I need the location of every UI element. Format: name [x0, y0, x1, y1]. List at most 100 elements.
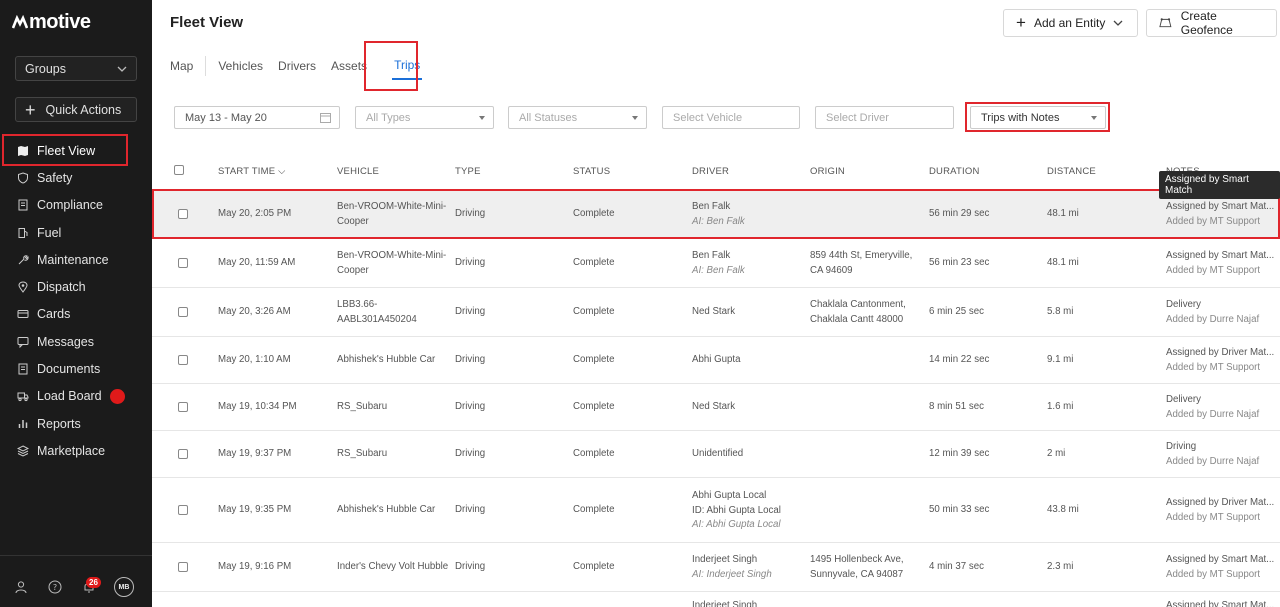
- driver-cell[interactable]: Inderjeet Singh AI: Inderjeet Singh: [692, 553, 772, 582]
- start-time-cell: May 20, 1:10 AM: [218, 354, 291, 365]
- column-header-label: START TIME: [218, 166, 276, 177]
- chart-icon: [17, 418, 29, 430]
- create-geofence-button[interactable]: Create Geofence: [1146, 9, 1277, 37]
- add-entity-button[interactable]: + Add an Entity: [1003, 9, 1138, 37]
- sidebar-item-dispatch[interactable]: Dispatch: [0, 273, 152, 300]
- note-text: Assigned by Smart Mat...: [1166, 600, 1275, 607]
- table-row[interactable]: May 20, 3:26 AM LBB3.66- AABL301A450204 Dri…: [152, 287, 1280, 336]
- column-header-start-time[interactable]: START TIME ⌵: [218, 166, 286, 177]
- driver-name-line: Ben Falk: [692, 250, 731, 261]
- driver-cell[interactable]: Abhi Gupta: [692, 353, 740, 368]
- geofence-icon: [1159, 18, 1172, 28]
- driver-cell[interactable]: Abhi Gupta Local ID: Abhi Gupta Local AI: …: [692, 489, 781, 533]
- status-cell: Complete: [573, 504, 615, 515]
- origin-line: Chaklala Cantonment,: [810, 299, 906, 310]
- vehicle-cell[interactable]: Abhishek's Hubble Car: [337, 353, 435, 368]
- driver-cell[interactable]: Inderjeet Singh: [692, 599, 757, 607]
- vehicle-cell[interactable]: RS_Subaru: [337, 447, 387, 462]
- vehicle-name-line: RS_Subaru: [337, 448, 388, 459]
- origin-line: Chaklala Cantt 48000: [810, 313, 904, 325]
- driver-cell[interactable]: Unidentified: [692, 447, 743, 462]
- new-badge-dot: [109, 388, 125, 404]
- select-all-checkbox[interactable]: [174, 165, 184, 175]
- row-checkbox[interactable]: [178, 561, 188, 572]
- column-header-driver: DRIVER: [692, 166, 730, 177]
- sidebar-item-maintenance[interactable]: Maintenance: [0, 246, 152, 273]
- status-filter[interactable]: All Statuses: [508, 106, 647, 129]
- notes-filter-highlight: [965, 102, 1110, 132]
- table-row[interactable]: May 20, 1:10 AM Abhishek's Hubble Car Driv…: [152, 336, 1280, 383]
- notes-cell[interactable]: Assigned by Driver Mat... Added by MT Sup…: [1166, 496, 1274, 525]
- driver-cell[interactable]: Ben Falk AI: Ben Falk: [692, 249, 745, 278]
- add-entity-label: Add an Entity: [1033, 16, 1106, 30]
- sidebar-item-safety[interactable]: Safety: [0, 164, 152, 191]
- table-row[interactable]: May 19, 9:35 PM Abhishek's Hubble Car Driv…: [152, 477, 1280, 542]
- chevron-down-icon: [117, 66, 127, 72]
- tab-drivers[interactable]: Drivers: [278, 52, 316, 80]
- sidebar-item-compliance[interactable]: Compliance: [0, 192, 152, 219]
- notes-cell[interactable]: Assigned by Smart Mat... Added by MT Supp…: [1166, 249, 1274, 278]
- tab-vehicles[interactable]: Vehicles: [218, 52, 263, 80]
- notes-cell[interactable]: Delivery Added by Durre Najaf: [1166, 298, 1259, 327]
- card-icon: [17, 308, 29, 320]
- notes-cell[interactable]: Assigned by Driver Mat... Added by MT Sup…: [1166, 346, 1274, 375]
- row-checkbox[interactable]: [178, 257, 188, 268]
- sidebar-item-reports[interactable]: Reports: [0, 410, 152, 437]
- note-text: Delivery: [1166, 394, 1201, 405]
- status-cell: Complete: [573, 448, 615, 459]
- sidebar-item-load-board[interactable]: Load Board: [0, 383, 152, 410]
- help-icon[interactable]: ?: [48, 580, 62, 594]
- avatar[interactable]: MB: [114, 577, 134, 597]
- tab-assets[interactable]: Assets: [331, 52, 367, 80]
- sidebar-item-label: Fuel: [37, 225, 62, 240]
- chevron-down-icon: [1113, 20, 1123, 26]
- tab-map[interactable]: Map: [170, 56, 207, 76]
- type-cell: Driving: [455, 448, 486, 459]
- type-filter[interactable]: All Types: [355, 106, 494, 129]
- vehicle-cell[interactable]: Ben-VROOM-White-Mini- Cooper: [337, 249, 446, 278]
- sidebar-item-cards[interactable]: Cards: [0, 301, 152, 328]
- quick-actions-button[interactable]: + Quick Actions: [15, 97, 137, 122]
- layers-icon: [17, 445, 29, 457]
- ai-driver-label: AI: Abhi Gupta Local: [692, 519, 781, 530]
- row-checkbox[interactable]: [178, 306, 188, 317]
- column-header-vehicle: VEHICLE: [337, 166, 380, 177]
- driver-cell[interactable]: Ned Stark: [692, 305, 735, 320]
- date-range-picker[interactable]: May 13 - May 20: [174, 106, 340, 129]
- vehicle-cell[interactable]: Inder's Chevy Volt Hubble: [337, 560, 448, 575]
- groups-dropdown[interactable]: Groups: [15, 56, 137, 81]
- vehicle-cell[interactable]: Abhishek's Hubble Car: [337, 503, 435, 518]
- sidebar-item-documents[interactable]: Documents: [0, 355, 152, 382]
- notes-cell[interactable]: Delivery Added by Durre Najaf: [1166, 393, 1259, 422]
- sidebar-item-marketplace[interactable]: Marketplace: [0, 437, 152, 464]
- table-row[interactable]: May 19, 10:34 PM RS_Subaru Driving Complete…: [152, 383, 1280, 430]
- user-settings-icon[interactable]: [15, 580, 29, 594]
- plus-icon: +: [1016, 13, 1026, 32]
- driver-filter[interactable]: Select Driver: [815, 106, 954, 129]
- status-cell: Complete: [573, 561, 615, 572]
- row-checkbox[interactable]: [178, 354, 188, 365]
- vehicle-cell[interactable]: LBB3.66- AABL301A450204: [337, 298, 417, 327]
- notes-cell[interactable]: Assigned by Smart Mat... Added by MT Supp…: [1166, 553, 1274, 582]
- table-row[interactable]: May 19, 9:16 PM Inder's Chevy Volt Hubble…: [152, 542, 1280, 591]
- table-row[interactable]: Inderjeet Singh Assigned by Smart Mat...: [152, 591, 1280, 607]
- notes-cell[interactable]: Driving Added by Durre Najaf: [1166, 440, 1259, 469]
- sidebar-item-messages[interactable]: Messages: [0, 328, 152, 355]
- driver-cell[interactable]: Ned Stark: [692, 400, 735, 415]
- table-row[interactable]: May 19, 9:37 PM RS_Subaru Driving Complete U…: [152, 430, 1280, 477]
- row-checkbox[interactable]: [178, 448, 188, 459]
- column-header-status: STATUS: [573, 166, 611, 177]
- row-checkbox[interactable]: [178, 401, 188, 412]
- type-cell: Driving: [455, 306, 486, 317]
- row-checkbox[interactable]: [178, 504, 188, 515]
- chat-icon: [17, 336, 29, 348]
- document-icon: [17, 363, 29, 375]
- logo-text: motive: [29, 10, 91, 33]
- table-row[interactable]: May 20, 11:59 AM Ben-VROOM-White-Mini- Coo…: [152, 238, 1280, 287]
- sidebar-item-label: Maintenance: [37, 252, 109, 267]
- vehicle-cell[interactable]: RS_Subaru: [337, 400, 387, 415]
- vehicle-filter[interactable]: Select Vehicle: [662, 106, 800, 129]
- notes-cell[interactable]: Assigned by Smart Mat...: [1166, 599, 1274, 607]
- motive-logo[interactable]: motive: [12, 10, 91, 33]
- sidebar-item-fuel[interactable]: Fuel: [0, 219, 152, 246]
